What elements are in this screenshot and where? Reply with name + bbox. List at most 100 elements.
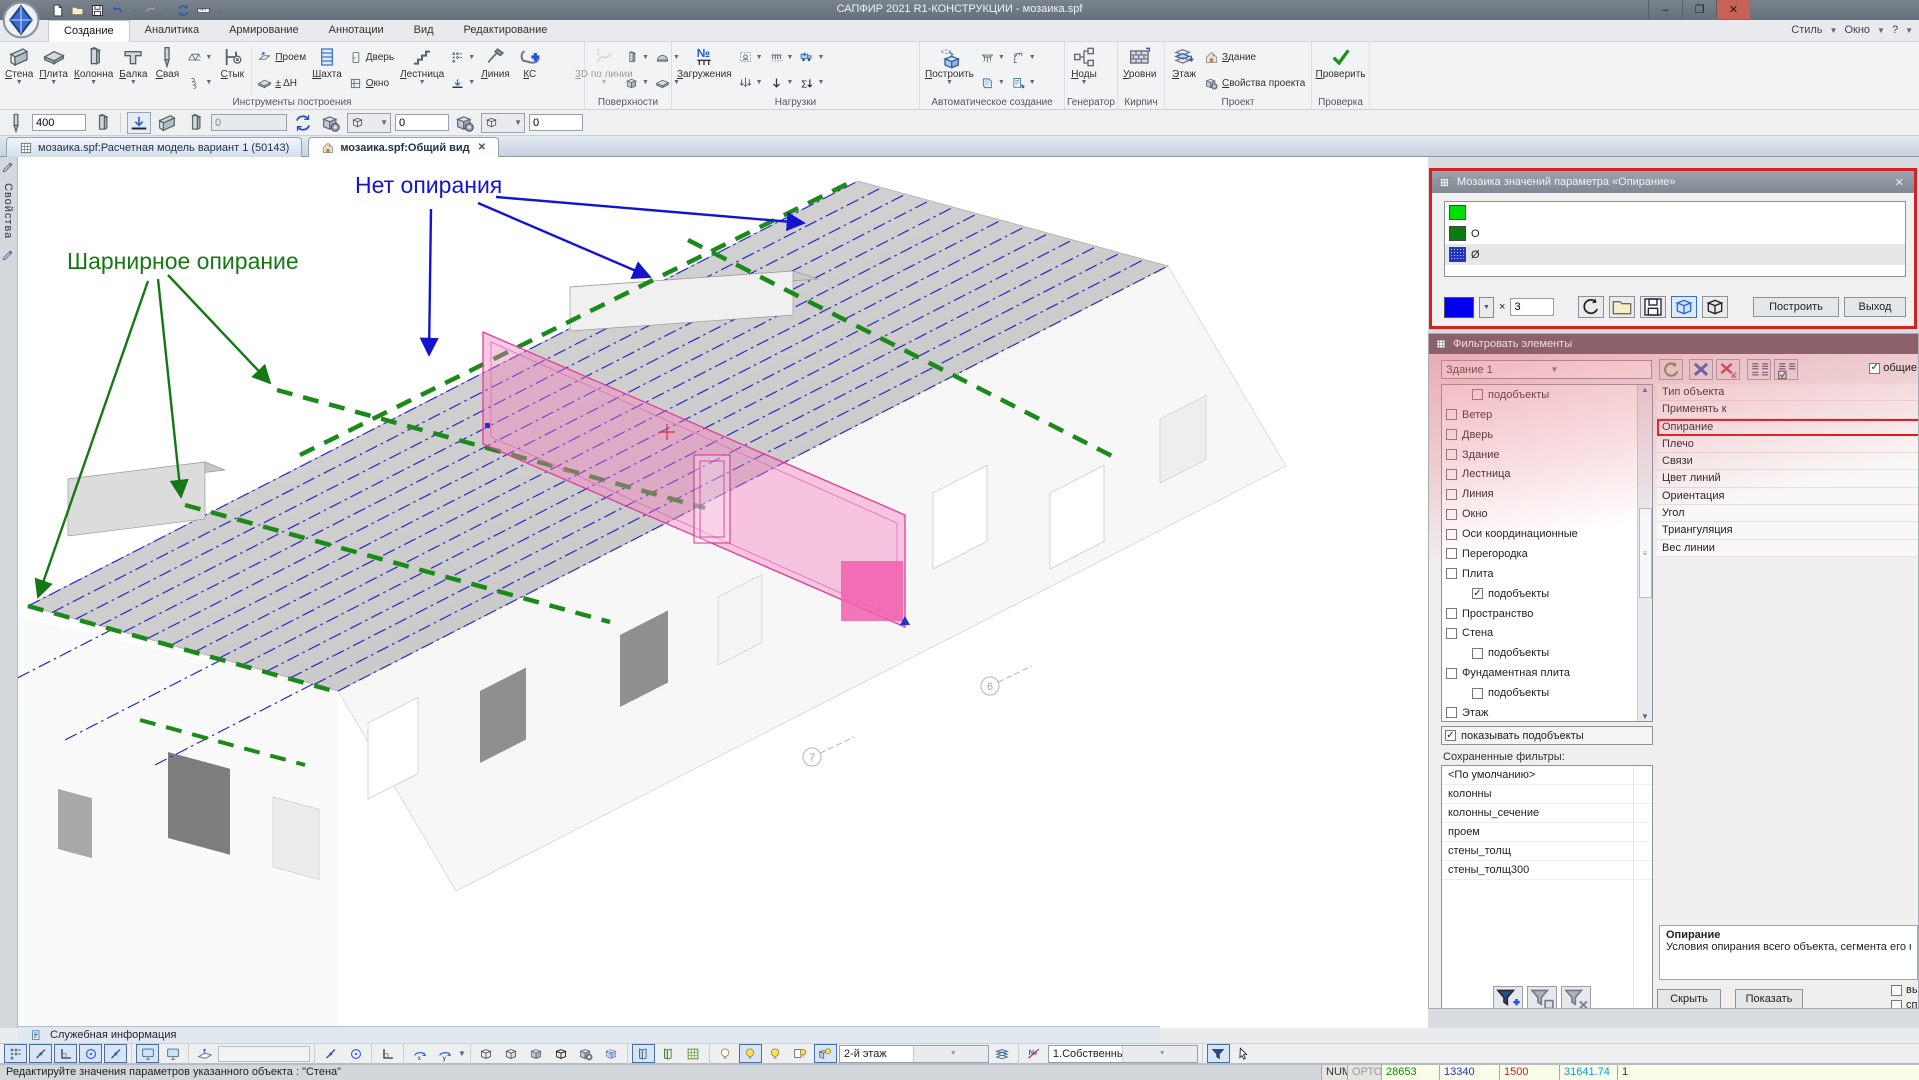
tool-okno[interactable]: Окно xyxy=(348,76,394,91)
3d-viewport[interactable]: 7 6 Нет опирания Шарнирное опирание xyxy=(18,157,1428,1028)
tool-balka[interactable]: Балка▼ xyxy=(116,44,150,97)
align-top-button[interactable] xyxy=(90,112,114,134)
element-type-row-1[interactable]: Ветер xyxy=(1442,405,1652,425)
element-type-row-4[interactable]: Лестница xyxy=(1442,465,1652,485)
legend-row-0[interactable] xyxy=(1445,202,1905,223)
angle1-input[interactable] xyxy=(395,114,449,131)
parameter-row-2[interactable]: Опирание xyxy=(1657,419,1919,436)
show-floor-button[interactable] xyxy=(739,1044,762,1063)
checkbox[interactable] xyxy=(1446,429,1457,440)
snap-line-button[interactable] xyxy=(29,1044,52,1063)
save-filter-button[interactable] xyxy=(1527,986,1557,1009)
tool-load-moving-truck[interactable]: ▼ xyxy=(799,50,824,65)
tab-close-icon[interactable]: ✕ xyxy=(478,142,486,153)
element-type-row-7[interactable]: Оси координационные xyxy=(1442,524,1652,544)
parameter-row-6[interactable]: Ориентация xyxy=(1657,488,1919,505)
checkbox[interactable] xyxy=(1446,529,1457,540)
properties-sidebar[interactable]: Свойства xyxy=(0,157,18,1028)
add-filter-button[interactable] xyxy=(1493,986,1523,1009)
display-settings-button[interactable] xyxy=(575,1044,598,1063)
contour-mode-icon[interactable] xyxy=(319,112,343,134)
saved-filter-1[interactable]: колонны xyxy=(1442,785,1652,804)
parameter-row-7[interactable]: Угол xyxy=(1657,505,1919,522)
display-clip-button[interactable] xyxy=(600,1044,623,1063)
mosaic-legend-list[interactable]: ОØ xyxy=(1444,201,1906,277)
parameter-row-1[interactable]: Применять к xyxy=(1657,401,1919,418)
wall-handle[interactable] xyxy=(485,423,490,428)
checkbox[interactable] xyxy=(1472,648,1483,659)
mosaic-refresh-button[interactable] xyxy=(1578,296,1604,318)
menu-?[interactable]: ? xyxy=(1889,24,1901,36)
tool-uzly-ploshchadka-points[interactable]: ▼ xyxy=(450,50,475,65)
minimize-button[interactable]: – xyxy=(1648,0,1682,19)
checkbox[interactable] xyxy=(1446,449,1457,460)
highlight-checkbox[interactable]: выделять xyxy=(1891,984,1919,996)
section-pane-button[interactable] xyxy=(632,1044,655,1063)
wall-height-input[interactable] xyxy=(32,114,86,131)
element-type-row-3[interactable]: Здание xyxy=(1442,445,1652,465)
mosaic-exit-button[interactable]: Выход xyxy=(1844,297,1906,317)
filter-clear-button[interactable] xyxy=(1689,359,1713,380)
hide-button[interactable]: Скрыть xyxy=(1657,989,1721,1009)
tool-auto-b-docs[interactable]: ▼ xyxy=(1011,76,1036,91)
tool-load-area-dashedbox[interactable]: ▼ xyxy=(738,50,763,65)
tool-load-linear-arrowdn[interactable]: ▼ xyxy=(769,76,794,91)
tool-kolonna[interactable]: Колонна▼ xyxy=(71,44,116,97)
checkbox[interactable] xyxy=(1446,469,1457,480)
parameter-row-5[interactable]: Цвет линий xyxy=(1657,470,1919,487)
tool-ferma-sviazi-spring[interactable]: ▼ xyxy=(187,76,212,91)
document-tab-1[interactable]: мозаика.spf:Общий вид✕ xyxy=(308,137,499,157)
snap-points-button[interactable] xyxy=(79,1044,102,1063)
element-type-row-16[interactable]: Этаж xyxy=(1442,703,1652,723)
element-type-row-13[interactable]: подобъекты xyxy=(1442,643,1652,663)
offset-input[interactable] xyxy=(211,114,287,131)
mosaic-solid-mode-button[interactable] xyxy=(1702,296,1728,318)
tool-urovni[interactable]: Уровни xyxy=(1120,44,1159,97)
legend-row-2[interactable]: Ø xyxy=(1445,244,1905,265)
mosaic-build-button[interactable]: Построить xyxy=(1753,297,1839,317)
tool-auto-a-sheets[interactable]: ▼ xyxy=(980,76,1005,91)
menu-tab-Аннотации[interactable]: Аннотации xyxy=(314,20,399,42)
center-point-button[interactable] xyxy=(344,1044,367,1063)
show-all-button[interactable] xyxy=(714,1044,737,1063)
menu-tab-Вид[interactable]: Вид xyxy=(399,20,449,42)
element-type-row-14[interactable]: Фундаментная плита xyxy=(1442,663,1652,683)
mosaic-3d-mode-button[interactable] xyxy=(1671,296,1697,318)
parameter-row-8[interactable]: Триангуляция xyxy=(1657,522,1919,539)
tool-stena[interactable]: Стена▼ xyxy=(2,44,36,97)
tool-etazh[interactable]: Этаж xyxy=(1167,44,1201,97)
model-view[interactable]: 7 6 Нет опирания Шарнирное опирание xyxy=(18,157,1428,1028)
list-scrollbar[interactable]: ▲≡▼ xyxy=(1637,385,1652,721)
snap-axis-button[interactable] xyxy=(104,1044,127,1063)
floor-select[interactable]: 2-й этаж▼ xyxy=(839,1045,989,1063)
selection-list-checkbox[interactable]: список вы xyxy=(1891,999,1919,1009)
element-type-row-15[interactable]: подобъекты xyxy=(1442,683,1652,703)
tool-proem[interactable]: Проем xyxy=(257,50,306,65)
filter-checked-view-button[interactable] xyxy=(1774,359,1798,380)
mosaic-color-dropdown[interactable]: ▼ xyxy=(1479,297,1494,318)
parameter-row-9[interactable]: Вес линии xyxy=(1657,540,1919,557)
parameter-row-4[interactable]: Связи xyxy=(1657,453,1919,470)
menu-Стиль[interactable]: Стиль xyxy=(1788,24,1825,36)
menu-tab-Создание[interactable]: Создание xyxy=(48,20,130,42)
tool-zagruzheniya[interactable]: №Загружения xyxy=(674,44,735,97)
element-type-row-2[interactable]: Дверь xyxy=(1442,425,1652,445)
select-cursor-button[interactable] xyxy=(1232,1044,1255,1063)
rotate-section-button[interactable] xyxy=(291,112,315,134)
tool-dver[interactable]: Дверь xyxy=(348,50,394,65)
workplane-input[interactable] xyxy=(218,1046,310,1062)
saved-filter-3[interactable]: проем xyxy=(1442,823,1652,842)
rotate-x-button[interactable]: x xyxy=(408,1044,431,1063)
element-type-row-8[interactable]: Перегородка xyxy=(1442,544,1652,564)
checkbox[interactable] xyxy=(1446,548,1457,559)
tool-proverit[interactable]: Проверить xyxy=(1314,44,1367,97)
delete-filter-button[interactable] xyxy=(1561,986,1591,1009)
loads-numbers-button[interactable]: № xyxy=(1023,1044,1046,1063)
checkbox[interactable] xyxy=(1446,668,1457,679)
element-type-row-6[interactable]: Окно xyxy=(1442,504,1652,524)
tool-ferma-sviazi-truss[interactable]: ▼ xyxy=(187,50,212,65)
filter-panel-titlebar[interactable]: Фильтровать элементы xyxy=(1429,334,1918,354)
tool-nody[interactable]: Ноды▼ xyxy=(1067,44,1101,97)
saved-filter-5[interactable]: стены_толщ300 xyxy=(1442,861,1652,880)
mosaic-dialog-titlebar[interactable]: Мозаика значений параметра «Опирание» ✕ xyxy=(1432,171,1914,193)
